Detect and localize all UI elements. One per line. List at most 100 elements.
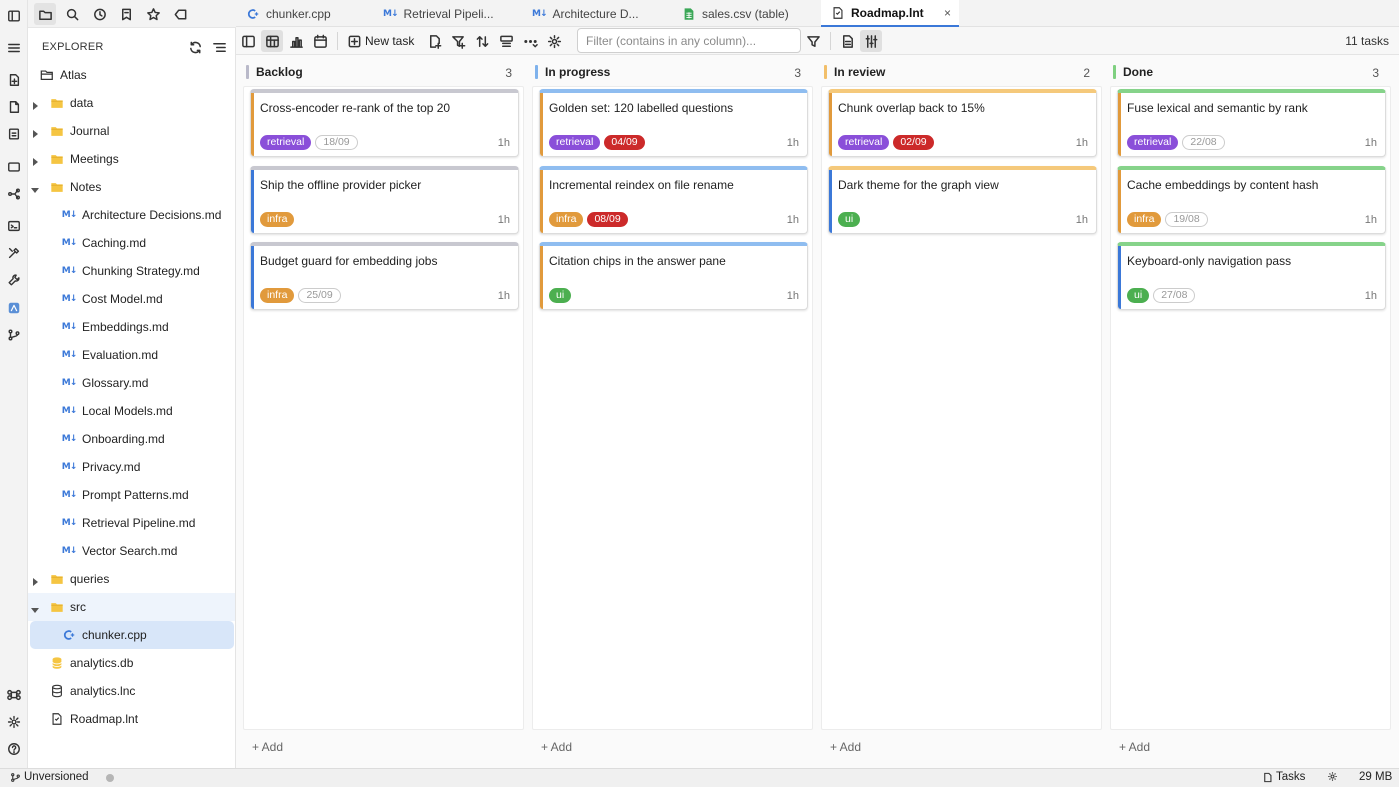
tag-badge[interactable]: retrieval xyxy=(838,135,890,150)
tree-item[interactable]: M↓ Chunking Strategy.md xyxy=(28,257,235,285)
tree-item[interactable]: Roadmap.lnt xyxy=(28,705,235,733)
tag-icon[interactable] xyxy=(169,3,191,25)
command-icon[interactable] xyxy=(3,684,25,706)
tree-item[interactable]: src xyxy=(28,593,235,621)
tree-item[interactable]: M↓ Cost Model.md xyxy=(28,285,235,313)
tree-item[interactable]: M↓ Architecture Decisions.md xyxy=(28,201,235,229)
help-icon[interactable] xyxy=(3,738,25,760)
tag-badge[interactable]: infra xyxy=(1127,211,1162,227)
caret-down-icon[interactable] xyxy=(31,603,39,613)
filter-icon[interactable] xyxy=(802,30,824,52)
menu-icon[interactable] xyxy=(3,37,25,59)
calendar-view-icon[interactable] xyxy=(309,30,331,52)
tree-item[interactable]: M↓ Embeddings.md xyxy=(28,313,235,341)
document-icon[interactable] xyxy=(3,96,25,118)
refresh-icon[interactable] xyxy=(187,39,203,55)
tree-item[interactable]: Notes xyxy=(28,173,235,201)
tag-badge[interactable]: ui xyxy=(549,288,572,303)
close-icon[interactable]: × xyxy=(944,6,951,20)
tab-roadmap-lnt[interactable]: Roadmap.lnt × xyxy=(821,0,959,27)
tab-sales-csv-table-[interactable]: sales.csv (table) xyxy=(674,0,820,27)
tab-retrieval-pipeli-[interactable]: M↓ Retrieval Pipeli... xyxy=(375,0,521,27)
caret-right-icon[interactable] xyxy=(31,575,39,586)
tree-item[interactable]: chunker.cpp xyxy=(30,621,234,649)
task-card[interactable]: Ship the offline provider picker infra 1h xyxy=(250,165,519,234)
tab-architecture-d-[interactable]: M↓ Architecture D... xyxy=(524,0,670,27)
caret-right-icon[interactable] xyxy=(31,127,39,138)
tree-item[interactable]: M↓ Retrieval Pipeline.md xyxy=(28,509,235,537)
new-note-icon[interactable] xyxy=(3,69,25,91)
tree-item[interactable]: M↓ Prompt Patterns.md xyxy=(28,481,235,509)
tree-item[interactable]: Atlas xyxy=(28,61,235,89)
tag-badge[interactable]: retrieval xyxy=(1127,135,1179,150)
caret-right-icon[interactable] xyxy=(31,155,39,166)
tab-chunker-cpp[interactable]: chunker.cpp xyxy=(239,0,375,27)
tasks-status[interactable]: Tasks xyxy=(1262,771,1305,783)
vcs-status[interactable]: Unversioned xyxy=(10,771,89,783)
tree-item[interactable]: queries xyxy=(28,565,235,593)
chart-view-icon[interactable] xyxy=(285,30,307,52)
graph-icon[interactable] xyxy=(3,183,25,205)
due-date-badge[interactable]: 08/09 xyxy=(587,211,628,227)
history-icon[interactable] xyxy=(88,3,110,25)
task-card[interactable]: Fuse lexical and semantic by rank retriev… xyxy=(1117,89,1386,157)
tag-badge[interactable]: infra xyxy=(260,211,295,227)
tree-item[interactable]: analytics.db xyxy=(28,649,235,677)
collapse-all-icon[interactable] xyxy=(211,39,227,55)
tree-item[interactable]: data xyxy=(28,89,235,117)
app-icon[interactable] xyxy=(3,297,25,319)
search-icon[interactable] xyxy=(61,3,83,25)
build-icon[interactable] xyxy=(3,269,25,291)
toggle-panel-icon[interactable] xyxy=(237,30,259,52)
tag-badge[interactable]: ui xyxy=(1127,288,1150,303)
filter-add-icon[interactable] xyxy=(447,30,469,52)
task-card[interactable]: Keyboard-only navigation pass ui 27/08 1h xyxy=(1117,242,1386,310)
task-card[interactable]: Golden set: 120 labelled questions retrie… xyxy=(539,89,808,157)
add-task-button[interactable]: + Add xyxy=(252,740,283,754)
date-badge[interactable]: 27/08 xyxy=(1153,288,1196,303)
tag-badge[interactable]: infra xyxy=(549,211,584,227)
board-settings-icon[interactable] xyxy=(543,30,565,52)
task-card[interactable]: Cache embeddings by content hash infra 19/… xyxy=(1117,165,1386,234)
due-date-badge[interactable]: 02/09 xyxy=(893,135,934,150)
folder-icon[interactable] xyxy=(34,3,56,25)
caret-right-icon[interactable] xyxy=(31,99,39,110)
date-badge[interactable]: 22/08 xyxy=(1182,135,1225,150)
tree-item[interactable]: analytics.lnc xyxy=(28,677,235,705)
star-icon[interactable] xyxy=(142,3,164,25)
tree-item[interactable]: Meetings xyxy=(28,145,235,173)
sidebar-toggle-icon[interactable] xyxy=(3,5,25,27)
date-badge[interactable]: 25/09 xyxy=(298,288,341,303)
tree-item[interactable]: Journal xyxy=(28,117,235,145)
tools-icon[interactable] xyxy=(3,242,25,264)
tag-badge[interactable]: ui xyxy=(838,211,861,227)
task-card[interactable]: Chunk overlap back to 15% retrieval 02/09 1… xyxy=(828,89,1097,157)
task-card[interactable]: Budget guard for embedding jobs infra 25/0… xyxy=(250,242,519,310)
date-badge[interactable]: 18/09 xyxy=(315,135,358,150)
terminal-icon[interactable] xyxy=(3,215,25,237)
add-task-button[interactable]: + Add xyxy=(541,740,572,754)
add-task-button[interactable]: + Add xyxy=(1119,740,1150,754)
task-card[interactable]: Dark theme for the graph view ui 1h xyxy=(828,165,1097,234)
note-icon[interactable] xyxy=(3,123,25,145)
tag-badge[interactable]: retrieval xyxy=(260,135,312,150)
tree-item[interactable]: M↓ Evaluation.md xyxy=(28,341,235,369)
due-date-badge[interactable]: 04/09 xyxy=(604,135,645,150)
board-view-icon[interactable] xyxy=(261,30,283,52)
caret-down-icon[interactable] xyxy=(31,183,39,193)
new-task-button[interactable]: New task xyxy=(347,31,414,51)
task-card[interactable]: Incremental reindex on file rename infra 0… xyxy=(539,165,808,234)
tree-item[interactable]: M↓ Privacy.md xyxy=(28,453,235,481)
sort-icon[interactable] xyxy=(471,30,493,52)
export-icon[interactable] xyxy=(836,30,858,52)
date-badge[interactable]: 19/08 xyxy=(1165,211,1208,227)
group-icon[interactable] xyxy=(495,30,517,52)
tree-item[interactable]: M↓ Local Models.md xyxy=(28,397,235,425)
tree-item[interactable]: M↓ Onboarding.md xyxy=(28,425,235,453)
bookmark-list-icon[interactable] xyxy=(115,3,137,25)
tag-badge[interactable]: retrieval xyxy=(549,135,601,150)
tree-item[interactable]: M↓ Caching.md xyxy=(28,229,235,257)
add-task-button[interactable]: + Add xyxy=(830,740,861,754)
more-options-icon[interactable] xyxy=(519,30,541,52)
git-icon[interactable] xyxy=(3,324,25,346)
